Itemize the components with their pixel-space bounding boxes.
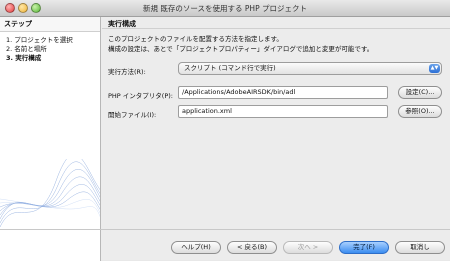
run-as-selected-value: スクリプト (コマンド行で実行) <box>184 64 276 72</box>
step-item-name-location: 2. 名前と場所 <box>6 45 100 54</box>
chevron-updown-icon: ▲▼ <box>429 64 440 73</box>
finish-button[interactable]: 完了(F) <box>339 241 389 254</box>
steps-header: ステップ <box>0 17 100 32</box>
help-button[interactable]: ヘルプ(H) <box>171 241 221 254</box>
steps-panel-footer <box>0 230 101 261</box>
php-interpreter-input[interactable]: /Applications/AdobeAIRSDK/bin/adl <box>178 86 388 99</box>
steps-list: 1. プロジェクトを選択 2. 名前と場所 3. 実行構成 <box>6 36 100 63</box>
run-as-select[interactable]: スクリプト (コマンド行で実行) ▲▼ <box>178 62 442 75</box>
dialog-window: 新規 既存のソースを使用する PHP プロジェクト ステップ 1. プロジェクト… <box>0 0 450 261</box>
step-label: 実行構成 <box>15 54 42 62</box>
step-label: 名前と場所 <box>14 45 47 53</box>
step-item-select-project: 1. プロジェクトを選択 <box>6 36 100 45</box>
step-label: プロジェクトを選択 <box>14 36 73 44</box>
decorative-wave-graphic <box>0 159 100 228</box>
start-file-input[interactable]: application.xml <box>178 105 388 118</box>
step-item-run-configuration: 3. 実行構成 <box>6 54 100 63</box>
window-title: 新規 既存のソースを使用する PHP プロジェクト <box>143 4 307 13</box>
configure-button[interactable]: 設定(C)... <box>398 86 442 99</box>
main-panel: 実行構成 このプロジェクトのファイルを配置する方法を指定します。 構成の設定は、… <box>102 17 450 229</box>
section-title: 実行構成 <box>102 17 450 29</box>
description-line: このプロジェクトのファイルを配置する方法を指定します。 <box>108 35 283 43</box>
title-bar: 新規 既存のソースを使用する PHP プロジェクト <box>0 0 450 17</box>
start-file-label: 開始ファイル(I): <box>108 111 157 119</box>
button-bar: ヘルプ(H) < 戻る(B) 次へ > 完了(F) 取消し <box>0 229 450 261</box>
steps-panel: ステップ 1. プロジェクトを選択 2. 名前と場所 3. 実行構成 <box>0 17 101 229</box>
run-as-label: 実行方法(R): <box>108 68 146 76</box>
cancel-button[interactable]: 取消し <box>395 241 445 254</box>
browse-button[interactable]: 参照(O)... <box>398 105 442 118</box>
description-line: 構成の設定は、あとで「プロジェクトプロパティー」ダイアログで追加と変更が可能です… <box>108 45 374 53</box>
next-button[interactable]: 次へ > <box>283 241 333 254</box>
php-interpreter-label: PHP インタプリタ(P): <box>108 92 173 100</box>
step-number: 2. <box>6 45 13 53</box>
description: このプロジェクトのファイルを配置する方法を指定します。 構成の設定は、あとで「プ… <box>108 34 443 54</box>
step-number: 1. <box>6 36 13 44</box>
back-button[interactable]: < 戻る(B) <box>227 241 277 254</box>
step-number: 3. <box>6 54 13 62</box>
